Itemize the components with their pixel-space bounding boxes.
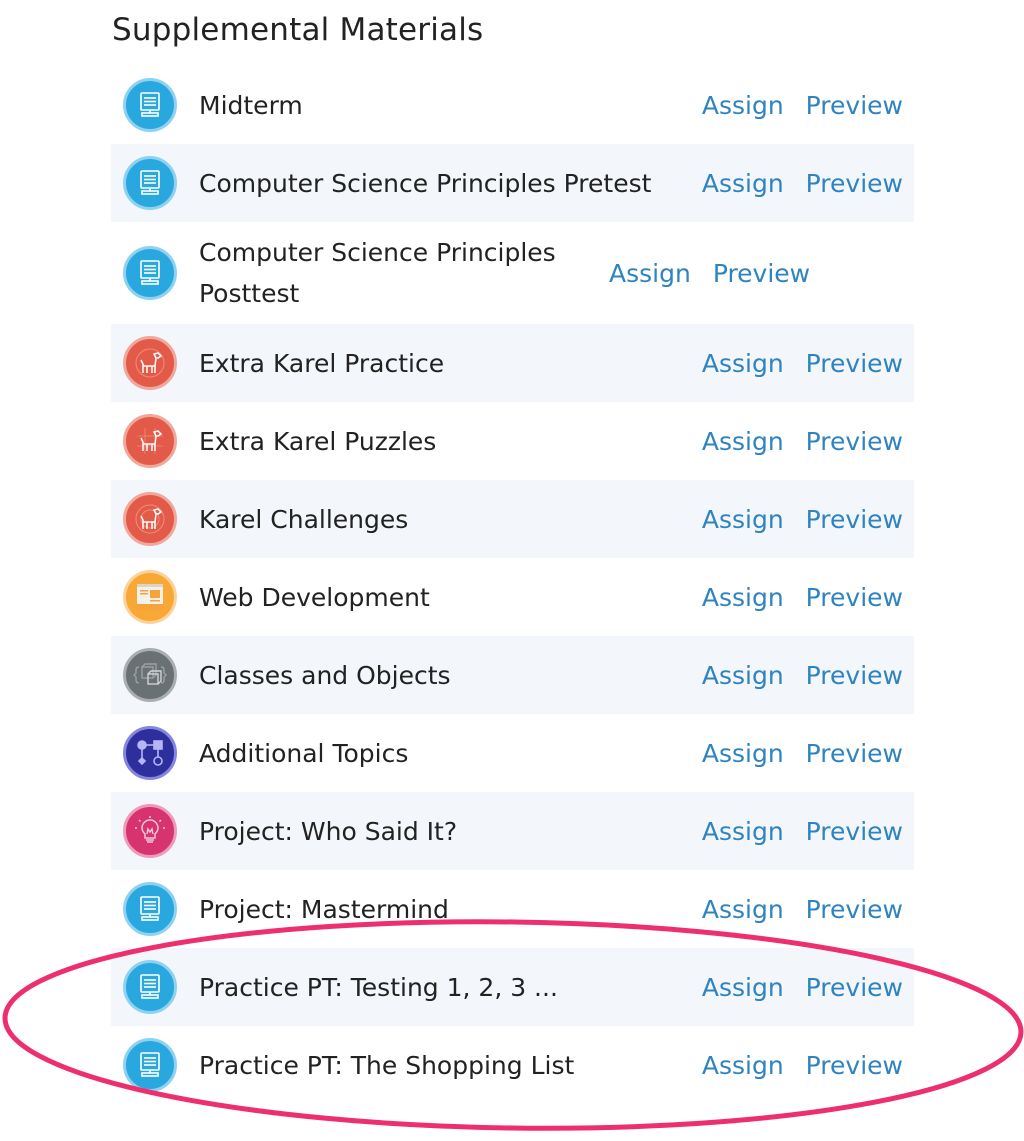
list-item: Additional Topics Assign Preview bbox=[111, 714, 914, 792]
preview-link[interactable]: Preview bbox=[806, 895, 903, 924]
webpage-icon bbox=[123, 570, 177, 624]
assign-link[interactable]: Assign bbox=[702, 1051, 784, 1080]
list-item: Computer Science Principles Pretest Assi… bbox=[111, 144, 914, 222]
computer-icon bbox=[123, 156, 177, 210]
assign-link[interactable]: Assign bbox=[702, 817, 784, 846]
preview-link[interactable]: Preview bbox=[806, 427, 903, 456]
preview-link[interactable]: Preview bbox=[806, 91, 903, 120]
preview-link[interactable]: Preview bbox=[806, 973, 903, 1002]
section-title: Supplemental Materials bbox=[112, 12, 484, 48]
item-title: Computer Science Principles Posttest bbox=[199, 238, 556, 308]
cubes-braces-icon bbox=[123, 648, 177, 702]
supplemental-materials-list: Midterm Assign Preview Computer Science P… bbox=[111, 66, 914, 1104]
karel-dog-icon bbox=[123, 492, 177, 546]
item-title: Project: Mastermind bbox=[199, 894, 449, 924]
list-item: Project: Mastermind Assign Preview bbox=[111, 870, 914, 948]
list-item: Karel Challenges Assign Preview bbox=[111, 480, 914, 558]
list-item: Practice PT: The Shopping List Assign Pre… bbox=[111, 1026, 914, 1104]
assign-link[interactable]: Assign bbox=[702, 427, 784, 456]
list-item: Extra Karel Practice Assign Preview bbox=[111, 324, 914, 402]
preview-link[interactable]: Preview bbox=[713, 259, 810, 288]
item-title: Practice PT: Testing 1, 2, 3 ... bbox=[199, 972, 558, 1002]
preview-link[interactable]: Preview bbox=[806, 1051, 903, 1080]
item-title: Karel Challenges bbox=[199, 504, 409, 534]
assign-link[interactable]: Assign bbox=[702, 895, 784, 924]
lightbulb-icon bbox=[123, 804, 177, 858]
list-item: Practice PT: Testing 1, 2, 3 ... Assign P… bbox=[111, 948, 914, 1026]
assign-link[interactable]: Assign bbox=[702, 505, 784, 534]
item-title: Extra Karel Puzzles bbox=[199, 426, 437, 456]
list-item: Midterm Assign Preview bbox=[111, 66, 914, 144]
item-title: Web Development bbox=[199, 582, 430, 612]
computer-icon bbox=[123, 246, 177, 300]
list-item: Classes and Objects Assign Preview bbox=[111, 636, 914, 714]
assign-link[interactable]: Assign bbox=[702, 349, 784, 378]
assign-link[interactable]: Assign bbox=[702, 739, 784, 768]
list-item: Extra Karel Puzzles Assign Preview bbox=[111, 402, 914, 480]
item-title: Project: Who Said It? bbox=[199, 816, 458, 846]
item-title: Extra Karel Practice bbox=[199, 348, 445, 378]
computer-icon bbox=[123, 78, 177, 132]
assign-link[interactable]: Assign bbox=[609, 259, 691, 288]
preview-link[interactable]: Preview bbox=[806, 817, 903, 846]
item-title: Computer Science Principles Pretest bbox=[199, 168, 652, 198]
computer-icon bbox=[123, 1038, 177, 1092]
assign-link[interactable]: Assign bbox=[702, 169, 784, 198]
item-title: Classes and Objects bbox=[199, 660, 451, 690]
list-item: Computer Science Principles Posttest Ass… bbox=[111, 222, 914, 324]
flowchart-icon bbox=[123, 726, 177, 780]
preview-link[interactable]: Preview bbox=[806, 739, 903, 768]
assign-link[interactable]: Assign bbox=[702, 583, 784, 612]
preview-link[interactable]: Preview bbox=[806, 349, 903, 378]
assign-link[interactable]: Assign bbox=[702, 973, 784, 1002]
karel-dog-icon bbox=[123, 414, 177, 468]
preview-link[interactable]: Preview bbox=[806, 505, 903, 534]
karel-dog-icon bbox=[123, 336, 177, 390]
item-title: Additional Topics bbox=[199, 738, 409, 768]
computer-icon bbox=[123, 960, 177, 1014]
preview-link[interactable]: Preview bbox=[806, 169, 903, 198]
list-item: Web Development Assign Preview bbox=[111, 558, 914, 636]
preview-link[interactable]: Preview bbox=[806, 583, 903, 612]
preview-link[interactable]: Preview bbox=[806, 661, 903, 690]
list-item: Project: Who Said It? Assign Preview bbox=[111, 792, 914, 870]
item-title: Midterm bbox=[199, 90, 303, 120]
assign-link[interactable]: Assign bbox=[702, 661, 784, 690]
item-title: Practice PT: The Shopping List bbox=[199, 1050, 575, 1080]
assign-link[interactable]: Assign bbox=[702, 91, 784, 120]
computer-icon bbox=[123, 882, 177, 936]
